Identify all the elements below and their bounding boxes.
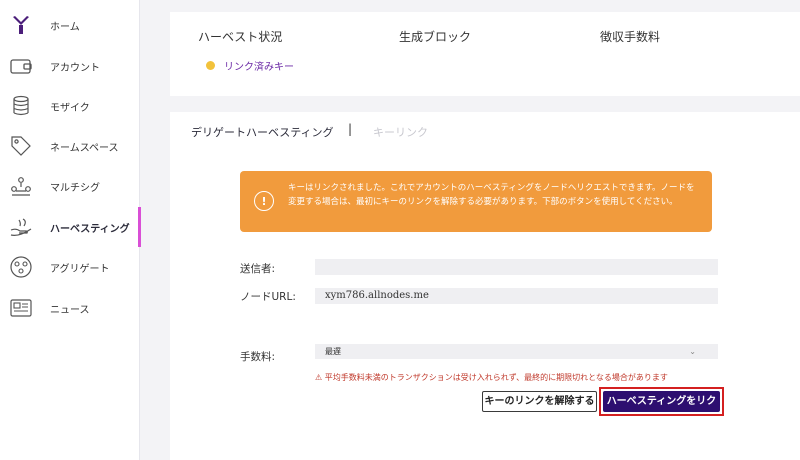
blocks-header: 生成ブロック xyxy=(399,30,472,44)
fees-header: 徴収手数料 xyxy=(600,30,661,44)
tag-icon xyxy=(8,133,34,159)
tab-key-link[interactable]: キーリンク xyxy=(373,124,428,140)
harvesting-panel: デリゲートハーベスティング | キーリンク ! キーはリンクされました。これでア… xyxy=(170,112,800,460)
sidebar-item-label: マルチシグ xyxy=(50,182,100,194)
request-harvesting-button[interactable]: ハーベスティングをリク xyxy=(603,391,720,412)
info-alert: ! キーはリンクされました。これでアカウントのハーベスティングをノードへリクエス… xyxy=(240,171,712,232)
fee-warning: ⚠ 平均手数料未満のトランザクションは受け入れられず、最終的に期限切れとなる場合… xyxy=(315,373,668,382)
aggregate-icon xyxy=(8,254,34,280)
harvest-status-header: ハーベスト状況 xyxy=(198,30,283,44)
harvest-hand-icon xyxy=(8,214,34,240)
sender-field xyxy=(315,259,718,275)
sidebar-item-label: モザイク xyxy=(50,102,90,114)
node-url-label: ノードURL: xyxy=(240,291,296,303)
sidebar-item-harvesting[interactable]: ハーベスティング xyxy=(0,207,141,247)
sidebar-item-label: ネームスペース xyxy=(50,142,119,154)
fee-label: 手数料: xyxy=(240,351,276,363)
fee-selected-value: 最遅 xyxy=(325,347,341,356)
sidebar-item-label: ニュース xyxy=(50,304,90,316)
sidebar-item-label: ホーム xyxy=(50,21,80,33)
sidebar-item-account[interactable]: アカウント xyxy=(0,46,140,86)
sidebar-item-aggregate[interactable]: アグリゲート xyxy=(0,247,140,287)
sidebar-item-namespace[interactable]: ネームスペース xyxy=(0,126,140,166)
fee-select[interactable]: 最遅 ⌄ xyxy=(315,344,718,359)
multisig-users-icon xyxy=(8,173,34,199)
info-icon: ! xyxy=(254,191,274,211)
home-logo-icon xyxy=(8,12,34,38)
status-badge: リンク済みキー xyxy=(224,62,294,73)
sender-label: 送信者: xyxy=(240,263,276,275)
sidebar-item-multisig[interactable]: マルチシグ xyxy=(0,166,140,206)
sidebar-item-label: アグリゲート xyxy=(50,263,110,275)
sidebar-item-label: アカウント xyxy=(50,62,100,74)
sidebar-item-news[interactable]: ニュース xyxy=(0,288,140,328)
chevron-down-icon: ⌄ xyxy=(689,347,696,356)
tab-separator: | xyxy=(348,122,353,136)
unlink-key-button[interactable]: キーのリンクを解除する xyxy=(482,391,597,412)
node-url-field: xym786.allnodes.me xyxy=(315,288,718,304)
news-icon xyxy=(8,295,34,321)
sidebar-item-mosaic[interactable]: モザイク xyxy=(0,86,140,126)
wallet-icon xyxy=(8,53,34,79)
alert-message: キーはリンクされました。これでアカウントのハーベスティングをノードへリクエストで… xyxy=(288,183,695,207)
sidebar-item-label: ハーベスティング xyxy=(50,223,130,235)
harvest-summary-panel: ハーベスト状況 生成ブロック 徴収手数料 リンク済みキー xyxy=(170,12,800,96)
sidebar-item-home[interactable]: ホーム xyxy=(0,5,140,45)
coins-stack-icon xyxy=(8,93,34,119)
status-dot-icon xyxy=(206,61,215,70)
tab-delegated-harvesting[interactable]: デリゲートハーベスティング xyxy=(191,124,334,140)
sidebar: ホーム アカウント モザイク ネームスペース マルチシグ ハーベスティング アグ… xyxy=(0,0,141,460)
